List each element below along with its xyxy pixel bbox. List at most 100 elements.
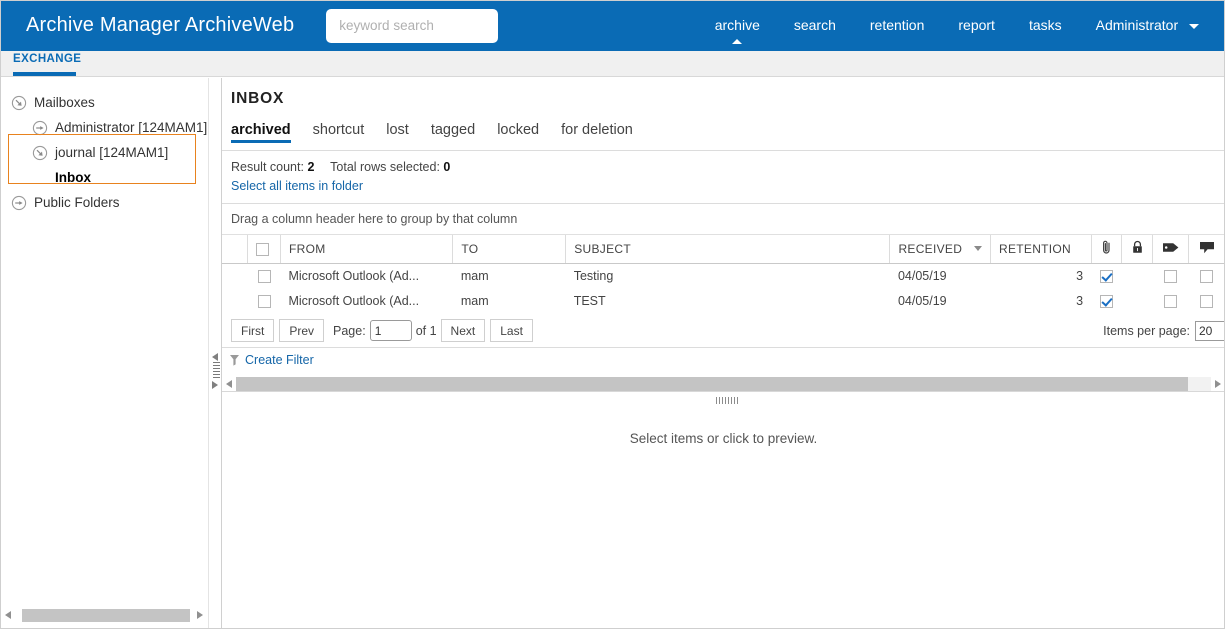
sidebar-scroll-track[interactable] — [16, 608, 192, 622]
grid-scroll-left-button[interactable] — [222, 377, 236, 391]
tab-shortcut[interactable]: shortcut — [313, 122, 365, 143]
splitter-grip[interactable] — [213, 362, 220, 378]
arrow-right-icon — [197, 611, 203, 619]
nav-item-report[interactable]: report — [941, 0, 1012, 51]
table-body: Microsoft Outlook (Ad... mam Testing 04/… — [222, 263, 1225, 313]
preview-splitter[interactable] — [222, 392, 1225, 408]
cell-retention: 3 — [1076, 268, 1084, 283]
tab-tagged[interactable]: tagged — [431, 122, 475, 143]
sidebar-scroll-thumb[interactable] — [22, 608, 190, 622]
first-page-button[interactable]: First — [231, 319, 275, 342]
column-header-locked[interactable] — [1121, 235, 1154, 264]
column-header-from[interactable]: FROM — [280, 235, 454, 264]
nav-item-tasks[interactable]: tasks — [1012, 0, 1079, 51]
select-all-checkbox[interactable] — [256, 242, 270, 256]
row-select-checkbox[interactable] — [257, 294, 271, 308]
row-select-checkbox[interactable] — [257, 269, 271, 283]
cell-comment[interactable] — [1189, 288, 1225, 313]
preview-splitter-grip[interactable] — [716, 397, 740, 404]
cell-retention: 3 — [1076, 293, 1084, 308]
email-table: FROM TO SUBJECT RECEIVED RETENTION Micro… — [222, 235, 1225, 313]
chevron-down-icon[interactable] — [973, 246, 982, 252]
row-select-cell[interactable] — [248, 263, 281, 288]
cell-attachment[interactable] — [1091, 288, 1122, 313]
column-header-select-all[interactable] — [247, 235, 281, 264]
collapsed-node-icon — [32, 120, 48, 135]
collapsed-node-icon — [11, 195, 27, 210]
cell-comment[interactable] — [1189, 263, 1225, 288]
tree-node-administrator-label: Administrator [124MAM1] — [55, 119, 208, 135]
tree-node-mailboxes[interactable]: Mailboxes — [0, 90, 208, 115]
items-per-page-input[interactable] — [1195, 320, 1225, 341]
create-filter-link[interactable]: Create Filter — [245, 353, 314, 367]
tag-checkbox[interactable] — [1164, 269, 1178, 283]
scroll-left-button[interactable] — [0, 607, 16, 623]
grid-scroll-track[interactable] — [236, 376, 1211, 391]
last-page-button[interactable]: Last — [490, 319, 533, 342]
column-header-tag[interactable] — [1152, 235, 1189, 264]
prev-page-button[interactable]: Prev — [279, 319, 325, 342]
tree-node-inbox-label: Inbox — [55, 169, 91, 185]
table-header-row: FROM TO SUBJECT RECEIVED RETENTION — [222, 235, 1225, 264]
row-select-cell[interactable] — [248, 288, 281, 313]
next-page-button[interactable]: Next — [440, 319, 486, 342]
attachment-checkbox[interactable] — [1099, 269, 1113, 283]
nav-item-search[interactable]: search — [777, 0, 853, 51]
nav-item-archive[interactable]: archive — [698, 0, 777, 51]
grid-scroll-thumb[interactable] — [236, 376, 1188, 391]
attachment-checkbox[interactable] — [1099, 294, 1113, 308]
table-row[interactable]: Microsoft Outlook (Ad... mam Testing 04/… — [222, 263, 1225, 288]
page-label: Page: — [333, 323, 366, 338]
tree-node-journal[interactable]: journal [124MAM1] — [0, 140, 208, 165]
cell-subject: TEST — [573, 293, 606, 308]
cell-locked — [1122, 263, 1153, 288]
nav-item-retention-label: retention — [869, 17, 925, 33]
nav-item-report-label: report — [958, 17, 995, 33]
column-header-received-label: RECEIVED — [898, 241, 963, 256]
tab-locked[interactable]: locked — [497, 122, 539, 143]
group-by-dropzone[interactable]: Drag a column header here to group by th… — [222, 204, 1225, 235]
comment-checkbox[interactable] — [1200, 269, 1213, 283]
column-header-attachment[interactable] — [1091, 235, 1123, 264]
grid-horizontal-scrollbar[interactable] — [222, 376, 1225, 392]
tree-node-administrator[interactable]: Administrator [124MAM1] — [0, 115, 208, 140]
scroll-right-button[interactable] — [192, 607, 208, 623]
tag-checkbox[interactable] — [1164, 294, 1178, 308]
column-header-comment[interactable] — [1188, 235, 1225, 264]
expanded-node-icon — [11, 95, 27, 110]
splitter-collapse-left-icon[interactable] — [212, 353, 218, 361]
tree-node-inbox[interactable]: Inbox — [0, 165, 208, 190]
nav-item-user-menu[interactable]: Administrator — [1079, 0, 1225, 51]
page-title: INBOX — [231, 90, 285, 107]
tab-archived[interactable]: archived — [231, 122, 291, 143]
row-spacer-cell — [222, 263, 248, 288]
tree-node-journal-label: journal [124MAM1] — [55, 144, 169, 160]
total-selected-value: 0 — [443, 160, 451, 174]
cell-attachment[interactable] — [1091, 263, 1122, 288]
column-header-received[interactable]: RECEIVED — [889, 235, 991, 264]
cell-tag[interactable] — [1153, 263, 1189, 288]
tree-node-public-folders-label: Public Folders — [34, 194, 120, 210]
global-search — [326, 8, 499, 43]
content-tabs: archived shortcut lost tagged locked for… — [231, 117, 1225, 143]
table-row[interactable]: Microsoft Outlook (Ad... mam TEST 04/05/… — [222, 288, 1225, 313]
sidebar-splitter[interactable] — [208, 78, 222, 629]
splitter-expand-right-icon[interactable] — [212, 381, 218, 389]
cell-tag[interactable] — [1153, 288, 1189, 313]
tab-for-deletion[interactable]: for deletion — [561, 122, 633, 143]
module-tab-exchange[interactable]: EXCHANGE — [13, 53, 81, 65]
column-header-subject[interactable]: SUBJECT — [565, 235, 891, 264]
column-header-to[interactable]: TO — [452, 235, 567, 264]
tab-lost[interactable]: lost — [386, 122, 409, 143]
nav-item-retention[interactable]: retention — [853, 0, 941, 51]
select-all-items-link[interactable]: Select all items in folder — [231, 179, 363, 193]
sidebar-horizontal-scrollbar[interactable] — [0, 606, 208, 624]
grid-scroll-right-button[interactable] — [1211, 377, 1225, 391]
page-number-input[interactable] — [369, 320, 412, 341]
column-header-retention[interactable]: RETENTION — [990, 235, 1092, 264]
tree-node-public-folders[interactable]: Public Folders — [0, 190, 208, 215]
nav-item-search-label: search — [793, 17, 836, 33]
comment-checkbox[interactable] — [1200, 294, 1213, 308]
cell-received: 04/05/19 — [897, 293, 947, 308]
search-input[interactable] — [326, 8, 499, 43]
